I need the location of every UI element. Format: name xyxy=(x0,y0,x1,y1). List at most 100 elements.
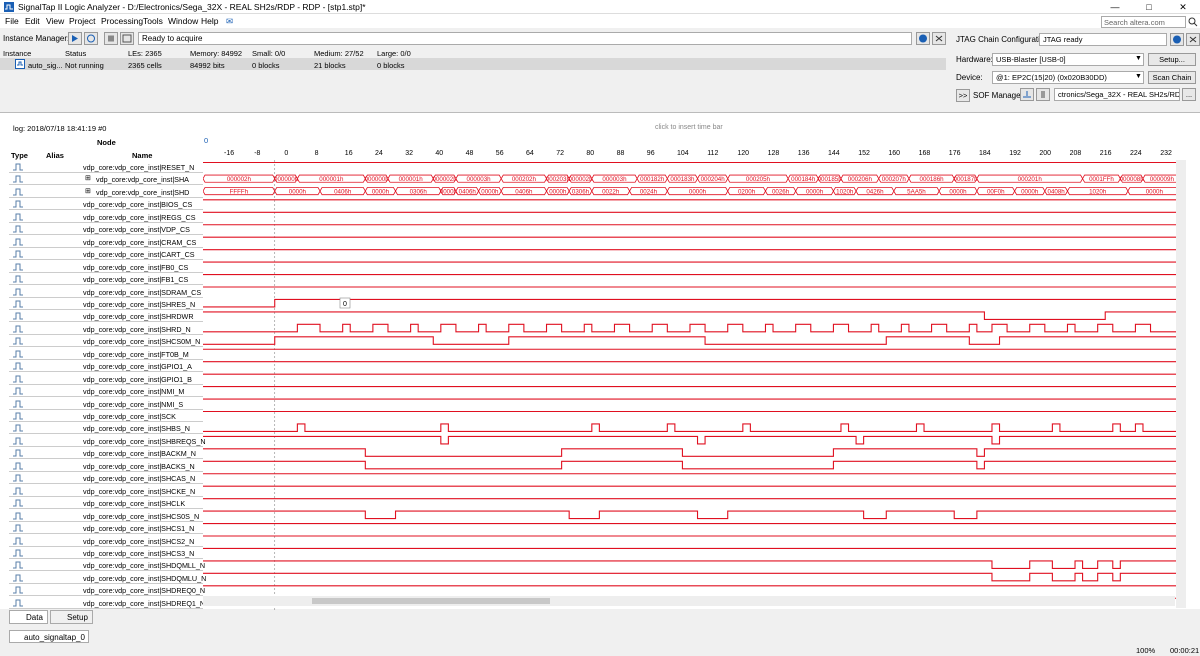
minimize-button[interactable]: — xyxy=(1098,0,1132,14)
signal-type-icon xyxy=(13,200,23,208)
node-row[interactable]: vdp_core:vdp_core_inst|SHCS0M_N xyxy=(9,335,203,348)
feedback-icon[interactable]: ✉ xyxy=(226,16,233,27)
node-row[interactable]: vdp_core:vdp_core_inst|SDRAM_CS xyxy=(9,286,203,298)
node-row[interactable]: vdp_core:vdp_core_inst|CART_CS xyxy=(9,248,203,261)
node-row[interactable]: vdp_core:vdp_core_inst|VDP_CS xyxy=(9,223,203,236)
col-instance[interactable]: Instance xyxy=(3,49,31,58)
jtag-label: JTAG Chain Configuration: xyxy=(956,35,1052,44)
time-bar-hint[interactable]: click to insert time bar xyxy=(655,124,723,131)
node-row[interactable]: vdp_core:vdp_core_inst|SHRES_N xyxy=(9,298,203,310)
waveform-pane: log: 2018/07/18 18:41:19 #0 click to ins… xyxy=(0,112,1200,610)
node-row[interactable]: vdp_core:vdp_core_inst|SHCLK xyxy=(9,497,203,510)
read-data-button[interactable] xyxy=(120,32,134,45)
node-row[interactable]: vdp_core:vdp_core_inst|REGS_CS xyxy=(9,211,203,223)
col-medium[interactable]: Medium: 27/52 xyxy=(314,49,364,58)
col-les[interactable]: LEs: 2365 xyxy=(128,49,162,58)
jtag-close-button[interactable] xyxy=(1186,33,1200,46)
node-row[interactable]: vdp_core:vdp_core_inst|BACKS_N xyxy=(9,460,203,472)
menu-window[interactable]: Window xyxy=(168,16,198,26)
node-row[interactable]: ⊞ vdp_core:vdp_core_inst|SHA xyxy=(9,173,203,186)
alias-header[interactable]: Alias xyxy=(46,151,64,160)
node-row[interactable]: vdp_core:vdp_core_inst|BIOS_CS xyxy=(9,198,203,211)
node-row[interactable]: vdp_core:vdp_core_inst|SHCKE_N xyxy=(9,485,203,497)
stop-program-button[interactable] xyxy=(1036,88,1050,101)
name-header[interactable]: Name xyxy=(132,151,152,160)
node-row[interactable]: vdp_core:vdp_core_inst|BACKM_N xyxy=(9,447,203,460)
scrollbar-thumb[interactable] xyxy=(312,598,550,604)
node-row[interactable]: vdp_core:vdp_core_inst|RESET_N xyxy=(9,161,203,173)
signal-type-icon xyxy=(13,362,23,370)
node-row[interactable]: vdp_core:vdp_core_inst|GPIO1_B xyxy=(9,373,203,385)
node-row[interactable]: vdp_core:vdp_core_inst|SHDQMLU_N xyxy=(9,572,206,584)
jtag-help-button[interactable] xyxy=(1170,33,1184,46)
node-row[interactable]: vdp_core:vdp_core_inst|SHDQMLL_N xyxy=(9,559,205,572)
menu-project[interactable]: Project xyxy=(69,16,95,26)
type-header[interactable]: Type xyxy=(11,151,28,160)
node-row[interactable]: vdp_core:vdp_core_inst|SHRDWR xyxy=(9,310,203,323)
stop-analysis-button[interactable] xyxy=(104,32,118,45)
signal-type-icon xyxy=(13,537,23,544)
menu-help[interactable]: Help xyxy=(201,16,218,26)
scan-chain-button[interactable]: Scan Chain xyxy=(1148,71,1196,84)
node-name: vdp_core:vdp_core_inst|SHCS0M_N xyxy=(83,337,201,347)
menu-processing[interactable]: Processing xyxy=(101,16,143,26)
maximize-button[interactable]: □ xyxy=(1132,0,1166,14)
col-memory[interactable]: Memory: 84992 xyxy=(190,49,242,58)
bus-value: 0000h xyxy=(481,188,499,195)
autorun-button[interactable] xyxy=(68,32,82,45)
node-row[interactable]: vdp_core:vdp_core_inst|FB0_CS xyxy=(9,261,203,273)
sof-expand-button[interactable]: >> xyxy=(956,89,970,102)
sof-browse-button[interactable]: ... xyxy=(1182,88,1196,101)
node-row[interactable]: vdp_core:vdp_core_inst|SHBREQS_N xyxy=(9,435,206,447)
node-row[interactable]: vdp_core:vdp_core_inst|SHCS3_N xyxy=(9,547,203,559)
menu-view[interactable]: View xyxy=(46,16,64,26)
expand-bus-icon[interactable]: ⊞ xyxy=(85,187,91,195)
menu-tools[interactable]: Tools xyxy=(143,16,163,26)
instance-tab[interactable]: auto_signaltap_0 xyxy=(9,630,89,643)
help-button[interactable] xyxy=(916,32,930,45)
node-row[interactable]: vdp_core:vdp_core_inst|GPIO1_A xyxy=(9,360,203,373)
close-button[interactable]: ✕ xyxy=(1166,0,1200,14)
expand-bus-icon[interactable]: ⊞ xyxy=(85,174,91,182)
search-icon[interactable] xyxy=(1188,17,1198,27)
tab-data[interactable]: Data xyxy=(9,610,48,624)
node-row[interactable]: vdp_core:vdp_core_inst|SHDREQ0_N xyxy=(9,584,205,597)
col-large[interactable]: Large: 0/0 xyxy=(377,49,411,58)
node-row[interactable]: vdp_core:vdp_core_inst|SCK xyxy=(9,410,203,422)
node-row[interactable]: vdp_core:vdp_core_inst|NMI_S xyxy=(9,398,203,410)
setup-button[interactable]: Setup... xyxy=(1148,53,1196,66)
node-row[interactable]: vdp_core:vdp_core_inst|NMI_M xyxy=(9,385,203,398)
waveform-display[interactable]: 000002h 000000h 000001h 000000h 000001h 00000… xyxy=(203,160,1176,610)
run-analysis-button[interactable] xyxy=(84,32,98,45)
node-row[interactable]: ⊞ vdp_core:vdp_core_inst|SHD xyxy=(9,186,203,198)
sof-file-field[interactable]: ctronics/Sega_32X - REAL SH2s/RDP.sof xyxy=(1054,88,1180,101)
node-row[interactable]: vdp_core:vdp_core_inst|SHCAS_N xyxy=(9,472,203,485)
hardware-select[interactable]: USB-Blaster [USB-0] xyxy=(992,53,1144,66)
node-row[interactable]: vdp_core:vdp_core_inst|SHDREQ1_N xyxy=(9,597,205,609)
node-name: vdp_core:vdp_core_inst|SHCS0S_N xyxy=(83,511,200,521)
col-small[interactable]: Small: 0/0 xyxy=(252,49,285,58)
signal-type-icon xyxy=(13,213,23,221)
node-row[interactable]: vdp_core:vdp_core_inst|SHBS_N xyxy=(9,422,203,435)
node-row[interactable]: vdp_core:vdp_core_inst|FB1_CS xyxy=(9,273,203,286)
node-row[interactable]: vdp_core:vdp_core_inst|SHCS1_N xyxy=(9,522,203,535)
node-row[interactable]: vdp_core:vdp_core_inst|SHRD_N xyxy=(9,323,203,335)
node-row[interactable]: vdp_core:vdp_core_inst|SHCS2_N xyxy=(9,535,203,547)
node-row[interactable]: vdp_core:vdp_core_inst|FT0B_M xyxy=(9,348,203,360)
signal-type-icon xyxy=(13,337,23,345)
menu-file[interactable]: File xyxy=(5,16,19,26)
node-row[interactable]: vdp_core:vdp_core_inst|CRAM_CS xyxy=(9,236,203,248)
bus-value: 000003h xyxy=(467,176,492,183)
vertical-scrollbar[interactable] xyxy=(1176,160,1186,608)
col-status[interactable]: Status xyxy=(65,49,86,58)
program-device-button[interactable] xyxy=(1020,88,1034,101)
bus-value: 000201h xyxy=(1018,176,1043,183)
menu-edit[interactable]: Edit xyxy=(25,16,40,26)
tab-setup[interactable]: Setup xyxy=(50,610,93,624)
device-select[interactable]: @1: EP2C(15|20) (0x020B30DD) xyxy=(992,71,1144,84)
node-row[interactable]: vdp_core:vdp_core_inst|SHCS0S_N xyxy=(9,510,203,522)
chevron-down-icon: ▼ xyxy=(1135,55,1142,62)
search-input[interactable]: Search altera.com xyxy=(1101,16,1186,28)
bus-value: 000187h xyxy=(954,176,979,183)
close-panel-button[interactable] xyxy=(932,32,946,45)
